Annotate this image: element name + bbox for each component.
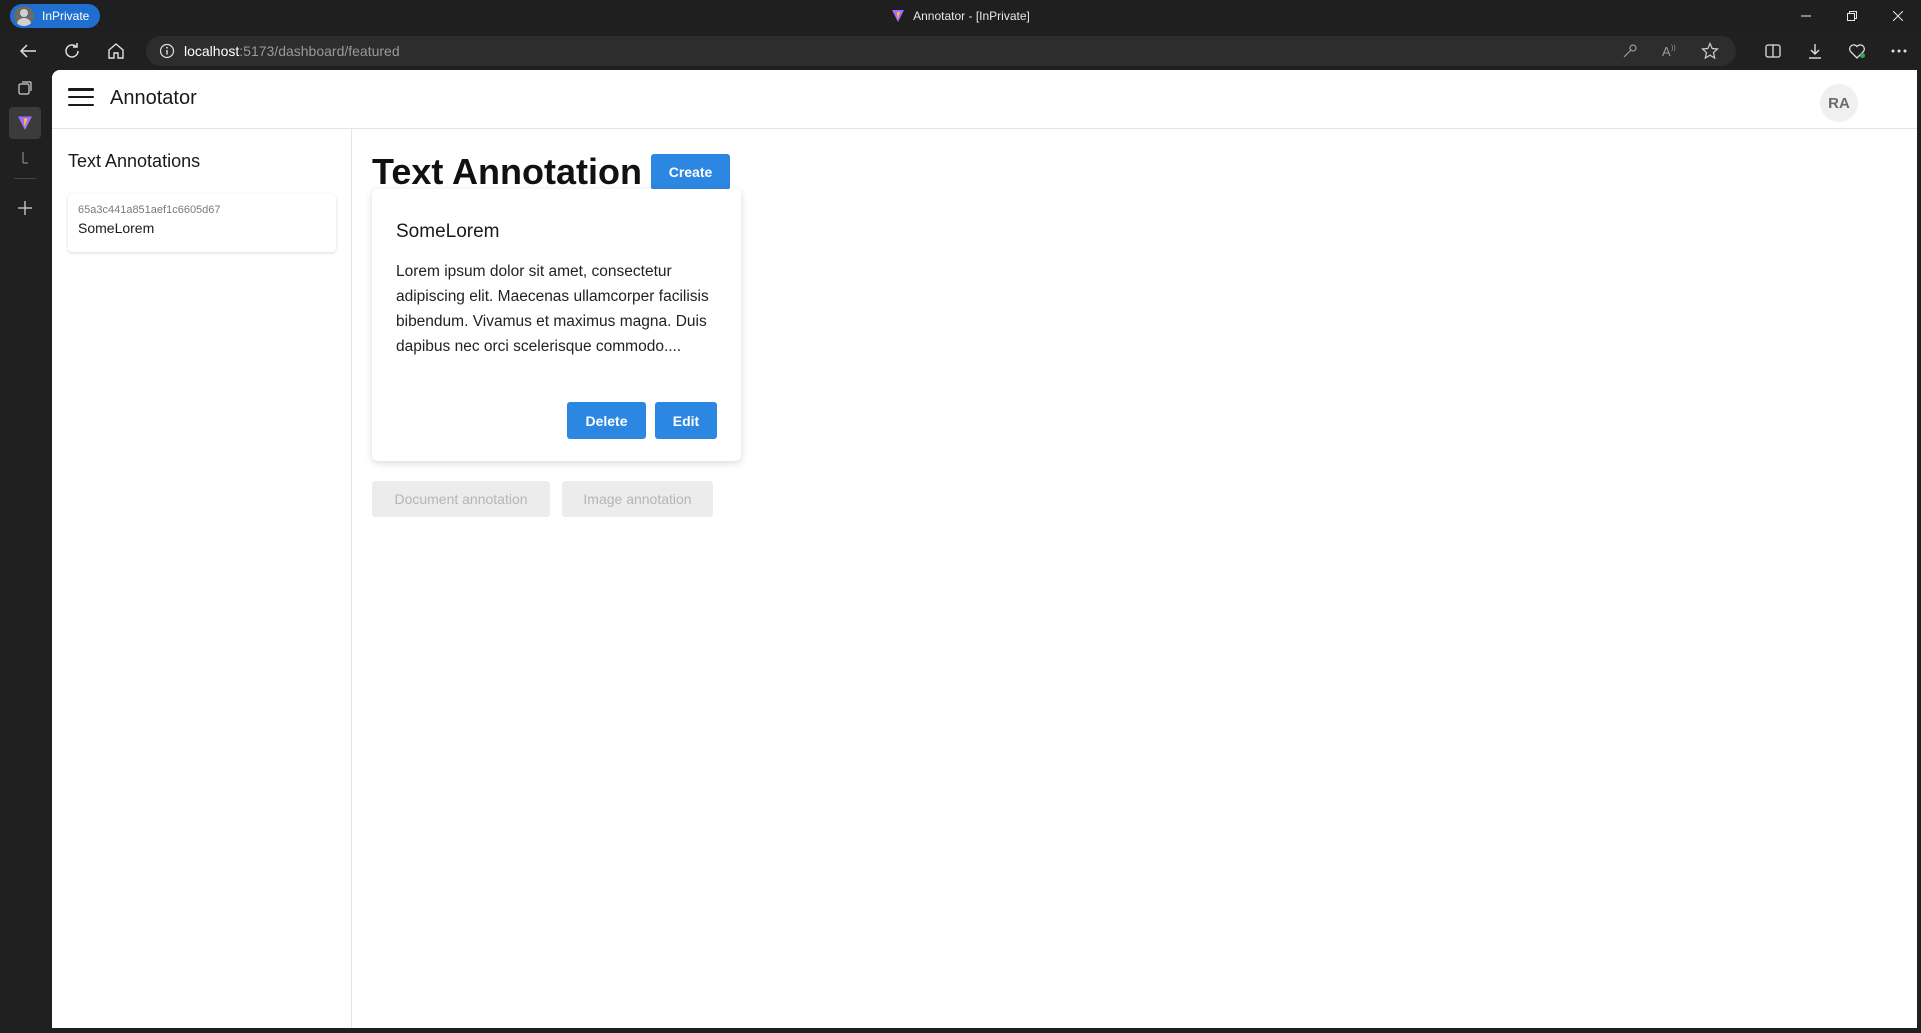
- tab-divider: [14, 178, 36, 179]
- delete-button[interactable]: Delete: [567, 402, 646, 439]
- split-screen-button[interactable]: [1755, 35, 1791, 67]
- window-title: Annotator - [InPrivate]: [0, 0, 1921, 32]
- refresh-icon: [65, 43, 79, 58]
- new-tab-button[interactable]: [9, 192, 41, 224]
- url-path: :5173/dashboard/featured: [239, 43, 400, 59]
- restore-icon: [1847, 11, 1857, 21]
- heart-pulse-icon: [1849, 44, 1865, 59]
- site-info-icon[interactable]: [150, 36, 184, 66]
- minimize-icon: [1801, 15, 1811, 17]
- window-title-text: Annotator - [InPrivate]: [913, 9, 1030, 23]
- home-button[interactable]: [100, 35, 132, 67]
- vite-logo-icon: [892, 10, 905, 22]
- annotation-card: SomeLorem Lorem ipsum dolor sit amet, co…: [372, 189, 741, 461]
- plus-icon: [18, 201, 32, 215]
- svg-text:)): )): [1671, 45, 1676, 52]
- split-screen-icon: [1765, 44, 1781, 58]
- edit-button[interactable]: Edit: [655, 402, 717, 439]
- ellipsis-icon: [1891, 49, 1907, 53]
- restore-button[interactable]: [1829, 0, 1875, 32]
- vite-favicon-icon: [18, 116, 32, 130]
- back-arrow-icon: [19, 44, 36, 58]
- refresh-button[interactable]: [56, 35, 88, 67]
- tab-actions-icon: [18, 81, 32, 95]
- url-text: localhost:5173/dashboard/featured: [184, 43, 400, 59]
- user-avatar[interactable]: RA: [1820, 84, 1858, 122]
- hamburger-menu-icon[interactable]: [68, 86, 94, 108]
- minimize-button[interactable]: [1783, 0, 1829, 32]
- sidebar-item-somelorem[interactable]: 65a3c441a851aef1c6605d67 SomeLorem: [68, 194, 336, 252]
- profile-avatar-icon: [14, 6, 34, 26]
- close-icon: [1893, 11, 1903, 21]
- sidebar-heading: Text Annotations: [68, 151, 201, 171]
- window-controls: [1783, 0, 1921, 32]
- annotation-id: 65a3c441a851aef1c6605d67: [78, 204, 221, 216]
- page-viewport: Annotator RA Text Annotations 65a3c441a8…: [52, 70, 1917, 1028]
- read-aloud-icon[interactable]: A)): [1652, 36, 1688, 66]
- image-annotation-button[interactable]: Image annotation: [562, 481, 713, 517]
- back-button[interactable]: [12, 35, 44, 67]
- svg-text:A: A: [1662, 44, 1671, 59]
- downloads-button[interactable]: [1797, 35, 1833, 67]
- inprivate-profile-button[interactable]: InPrivate: [10, 4, 100, 28]
- sidebar: Text Annotations 65a3c441a851aef1c6605d6…: [52, 129, 352, 1028]
- page-title: Text Annotation: [372, 151, 642, 192]
- app-title: Annotator: [110, 87, 197, 109]
- vertical-tab-strip: [0, 70, 50, 1033]
- create-button[interactable]: Create: [651, 154, 730, 190]
- browser-toolbar: localhost:5173/dashboard/featured A)): [0, 32, 1921, 70]
- document-annotation-button[interactable]: Document annotation: [372, 481, 550, 517]
- profile-label: InPrivate: [42, 9, 90, 23]
- tab-annotator[interactable]: [9, 107, 41, 139]
- home-icon: [108, 43, 124, 59]
- browser-essentials-button[interactable]: [1839, 35, 1875, 67]
- more-options-button[interactable]: [1881, 35, 1917, 67]
- download-icon: [1809, 44, 1821, 59]
- url-host: localhost: [184, 43, 240, 59]
- favorite-star-icon[interactable]: [1692, 36, 1728, 66]
- main-content: Text Annotation Create SomeLorem Lorem i…: [352, 129, 1917, 1028]
- annotation-name: SomeLorem: [78, 220, 155, 236]
- address-bar[interactable]: localhost:5173/dashboard/featured A)): [146, 36, 1736, 66]
- key-icon[interactable]: [1612, 36, 1648, 66]
- tab-placeholder-icon: [22, 152, 28, 164]
- app-header: Annotator RA: [52, 70, 1917, 129]
- tab-actions-button[interactable]: [9, 72, 41, 104]
- close-window-button[interactable]: [1875, 0, 1921, 32]
- tab-loading[interactable]: [9, 142, 41, 174]
- browser-title-bar: InPrivate Annotator - [InPrivate]: [0, 0, 1921, 32]
- card-title: SomeLorem: [396, 221, 500, 242]
- card-body-text: Lorem ipsum dolor sit amet, consectetur …: [396, 263, 709, 355]
